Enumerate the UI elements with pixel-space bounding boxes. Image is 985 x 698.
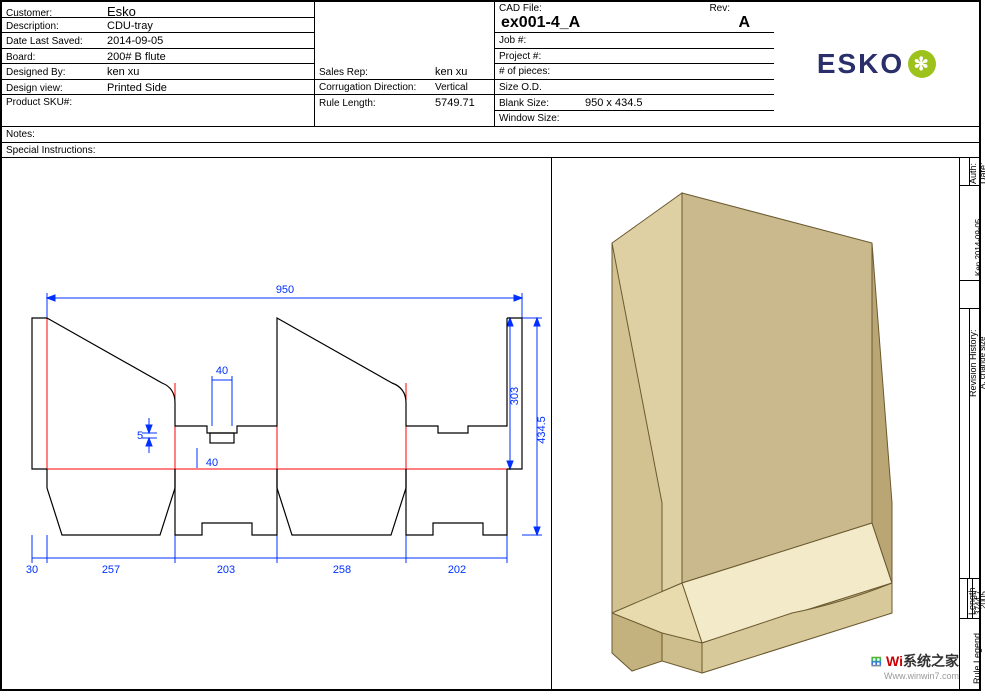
cad-file-row: CAD File: Rev: ex001-4_A A bbox=[495, 2, 774, 33]
notes-label: Notes: bbox=[6, 129, 35, 140]
size-od-label: Size O.D. bbox=[499, 82, 579, 93]
3d-render-view bbox=[552, 158, 959, 689]
description-label: Description: bbox=[6, 21, 101, 32]
dim-slot-w: 40 bbox=[216, 365, 228, 377]
description-value: CDU-tray bbox=[101, 20, 153, 32]
watermark-sub: Www.winwin7.com bbox=[870, 671, 959, 681]
flat-dieline-view: 950 434.5 303 30 257 203 258 202 40 40 5 bbox=[2, 158, 552, 689]
dieline-svg: 950 434.5 303 30 257 203 258 202 40 40 5 bbox=[2, 158, 552, 698]
board-value: 200# B flute bbox=[101, 51, 166, 63]
revision-sidebar: Auth: Date: Ken 2014-09-05 Revision Hist… bbox=[959, 158, 979, 689]
dim-total-w: 950 bbox=[276, 284, 294, 296]
designed-by-value: ken xu bbox=[101, 66, 139, 78]
rule-len-value: 5749.71 bbox=[429, 97, 475, 109]
watermark-red: Wi bbox=[886, 653, 903, 669]
rev-value: A bbox=[738, 14, 750, 32]
dim-panel3: 258 bbox=[333, 564, 351, 576]
rev-hist-value: A. change size bbox=[978, 337, 985, 389]
window-label: Window Size: bbox=[499, 113, 579, 124]
dim-h-upper: 303 bbox=[509, 387, 521, 405]
sales-rep-label: Sales Rep: bbox=[319, 67, 429, 78]
watermark-text: 系统之家 bbox=[903, 653, 959, 669]
3d-box-svg bbox=[552, 158, 940, 698]
corr-dir-label: Corrugation Direction: bbox=[319, 82, 429, 93]
drawing-sheet: Customer:Esko Description:CDU-tray Date … bbox=[0, 0, 981, 691]
blank-value: 950 x 434.5 bbox=[579, 97, 643, 109]
dim-panel2: 203 bbox=[217, 564, 235, 576]
drawing-body: 950 434.5 303 30 257 203 258 202 40 40 5 bbox=[2, 158, 979, 689]
blank-label: Blank Size: bbox=[499, 98, 579, 109]
watermark: ⊞ Wi系统之家 Www.winwin7.com bbox=[870, 651, 959, 681]
dim-slot-h: 40 bbox=[206, 457, 218, 469]
dim-panel1: 257 bbox=[102, 564, 120, 576]
dim-panel4: 202 bbox=[448, 564, 466, 576]
designed-by-label: Designed By: bbox=[6, 67, 101, 78]
dls-label: Date Last Saved: bbox=[6, 36, 101, 47]
rev-label: Rev: bbox=[709, 3, 730, 14]
logo-flower-icon: ✻ bbox=[908, 50, 936, 78]
special-instructions-label: Special Instructions: bbox=[6, 145, 96, 156]
rule-legend-label: Rule Legend bbox=[972, 633, 982, 684]
date-value: Ken 2014-09-05 bbox=[974, 219, 983, 276]
design-view-label: Design view: bbox=[6, 83, 101, 94]
dim-nick: 5 bbox=[137, 430, 143, 442]
length-v2: 2005 bbox=[979, 591, 985, 609]
corr-dir-value: Vertical bbox=[429, 82, 468, 93]
esko-logo: ESKO ✻ bbox=[817, 48, 936, 80]
board-label: Board: bbox=[6, 52, 101, 63]
cad-file-value: ex001-4_A bbox=[499, 14, 580, 32]
psku-label: Product SKU#: bbox=[6, 97, 101, 108]
job-label: Job #: bbox=[499, 35, 579, 46]
sales-rep-value: ken xu bbox=[429, 66, 467, 78]
project-label: Project #: bbox=[499, 51, 579, 62]
dls-value: 2014-09-05 bbox=[101, 35, 163, 47]
title-block: Customer:Esko Description:CDU-tray Date … bbox=[2, 2, 979, 127]
logo-text: ESKO bbox=[817, 48, 904, 80]
date-label: Date: bbox=[978, 162, 985, 184]
cad-file-label: CAD File: bbox=[499, 3, 542, 14]
dim-total-h: 434.5 bbox=[536, 416, 548, 444]
pieces-label: # of pieces: bbox=[499, 66, 579, 77]
watermark-icon: ⊞ bbox=[870, 653, 882, 669]
rule-len-label: Rule Length: bbox=[319, 98, 429, 109]
dim-offset-l: 30 bbox=[26, 564, 38, 576]
design-view-value: Printed Side bbox=[101, 82, 167, 94]
